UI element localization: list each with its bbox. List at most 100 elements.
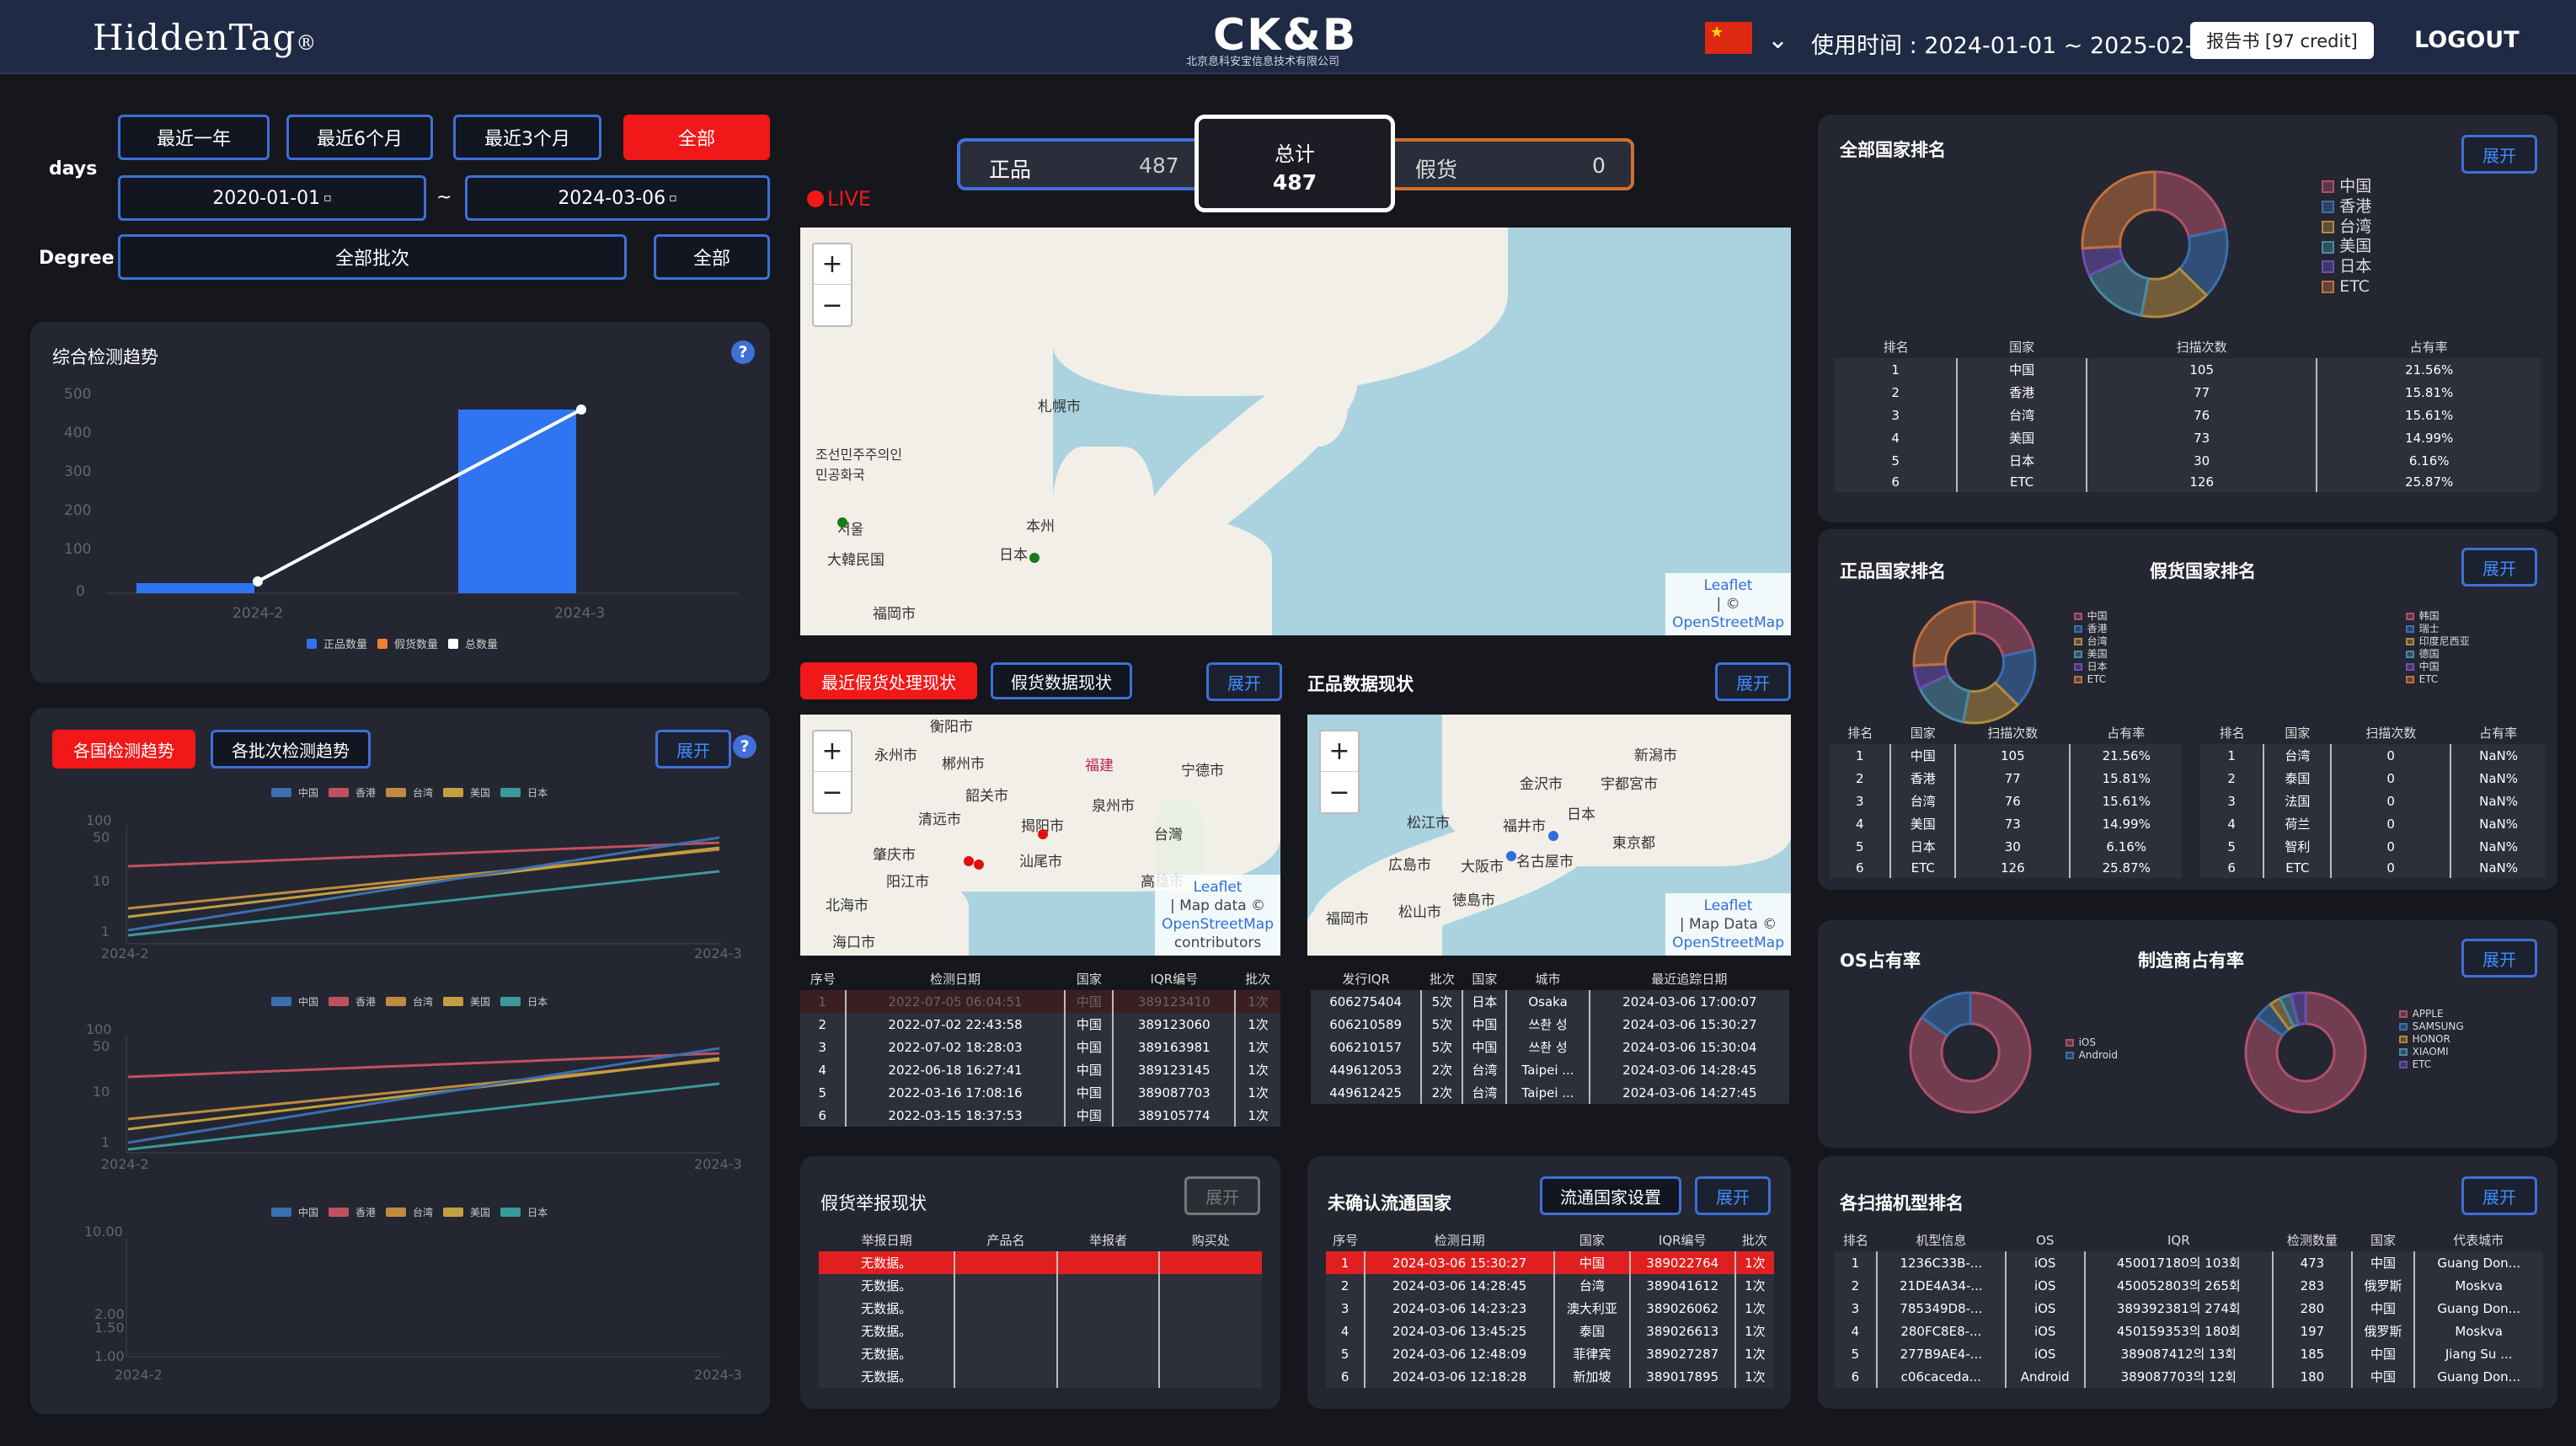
table-row[interactable]: 4 荷兰 0 NaN% — [2200, 812, 2546, 835]
donut-slice[interactable] — [2081, 170, 2156, 250]
donut-slice[interactable] — [1973, 600, 2036, 658]
legend-item[interactable]: 台湾 — [2322, 217, 2371, 238]
zoom-out-button[interactable]: − — [1321, 772, 1358, 812]
tab-fake-data-status[interactable]: 假货数据现状 — [991, 662, 1132, 699]
legend-item[interactable]: 香港 — [2322, 197, 2371, 217]
table-row[interactable]: 5 2024-03-06 12:48:09 菲律宾 389027287 1次 — [1326, 1342, 1774, 1365]
table-row[interactable]: 5 277B9AE4-... iOS 389087412의 13회 185 中国 Jiang… — [1835, 1342, 2542, 1365]
table-row[interactable]: 4 美国 73 14.99% — [1835, 426, 2541, 449]
legend-item[interactable]: 美国 — [2322, 237, 2371, 257]
legend-item[interactable]: ETC — [2406, 673, 2470, 686]
map-zoom-control[interactable]: + − — [812, 243, 852, 327]
table-row[interactable]: 1 2024-03-06 15:30:27 中国 389022764 1次 — [1326, 1251, 1774, 1274]
table-row[interactable]: 6 ETC 0 NaN% — [2200, 858, 2546, 878]
legend-item[interactable]: 韩国 — [2406, 610, 2470, 623]
scan-marker[interactable] — [837, 517, 847, 528]
donut-slice[interactable] — [2153, 170, 2227, 238]
table-row[interactable]: 606210157 5次 中国 쓰촨 성 2024-03-06 15:30:04 — [1311, 1036, 1789, 1058]
zoom-out-button[interactable]: − — [814, 285, 851, 325]
batch-all-button[interactable]: 全部 — [654, 234, 770, 280]
map-zoom-control[interactable]: + − — [1319, 730, 1360, 814]
table-row[interactable]: 3 785349D8-... iOS 389392381의 274회 280 中国 Guan… — [1835, 1297, 2542, 1320]
zoom-out-button[interactable]: − — [814, 772, 851, 812]
table-row[interactable]: 4 美国 73 14.99% — [1830, 812, 2182, 835]
range-1year-button[interactable]: 最近一年 — [118, 115, 270, 160]
table-row[interactable]: 无数据。 — [819, 1251, 1262, 1274]
country-setting-button[interactable]: 流通国家设置 — [1540, 1176, 1681, 1215]
legend-item[interactable]: Android — [2066, 1049, 2118, 1062]
table-row[interactable]: 2 香港 77 15.81% — [1830, 767, 2182, 790]
fake-marker[interactable] — [974, 860, 984, 870]
genuine-marker[interactable] — [1548, 831, 1558, 841]
table-row[interactable]: 无数据。 — [819, 1274, 1262, 1297]
table-row[interactable]: 1 中国 105 21.56% — [1830, 744, 2182, 767]
legend-item[interactable]: HONOR — [2399, 1033, 2464, 1046]
total-count-box[interactable]: 总计 487 — [1194, 115, 1395, 212]
genuine-status-map[interactable]: + − 新潟市 金沢市 宇都宮市 日本 松江市 福井市 東京都 広島市 大阪市 名… — [1307, 715, 1791, 956]
table-row[interactable]: 3 台湾 76 15.61% — [1835, 404, 2541, 426]
legend-item[interactable]: 香港 — [2074, 623, 2108, 635]
table-row[interactable]: 3 法国 0 NaN% — [2200, 790, 2546, 812]
map-zoom-control[interactable]: + − — [812, 730, 852, 814]
chevron-down-icon[interactable]: ⌄ — [1767, 25, 1788, 55]
batch-select[interactable]: 全部批次 — [118, 234, 627, 280]
legend-item[interactable]: ETC — [2074, 673, 2108, 686]
table-row[interactable]: 无数据。 — [819, 1320, 1262, 1342]
table-row[interactable]: 2 2022-07-02 22:43:58 中国 389123060 1次 — [800, 1013, 1280, 1036]
legend-item[interactable]: 中国 — [2322, 177, 2371, 197]
legend-item[interactable]: ETC — [2322, 277, 2371, 297]
fake-count-box[interactable]: 假货 0 — [1365, 138, 1634, 190]
table-row[interactable]: 5 日本 30 6.16% — [1830, 835, 2182, 858]
zoom-in-button[interactable]: + — [814, 244, 851, 285]
china-flag-icon[interactable]: ★ — [1705, 22, 1752, 54]
date-to-input[interactable]: 2024-03-06 ▫ — [465, 175, 770, 221]
genuine-marker[interactable] — [1506, 851, 1516, 861]
table-row[interactable]: 3 2022-07-02 18:28:03 中国 389163981 1次 — [800, 1036, 1280, 1058]
range-all-button[interactable]: 全部 — [623, 115, 770, 160]
main-map[interactable]: + − 札幌市 本州 日本 서울 大韓民国 조선민주주의인민공화국 福岡市 Lea… — [800, 228, 1791, 635]
help-icon[interactable]: ? — [733, 735, 756, 758]
table-row[interactable]: 1 2022-07-05 06:04:51 中国 389123410 1次 — [800, 990, 1280, 1013]
table-row[interactable]: 5 日本 30 6.16% — [1835, 449, 2541, 472]
table-row[interactable]: 6 2024-03-06 12:18:28 新加坡 389017895 1次 — [1326, 1365, 1774, 1388]
legend-item[interactable]: 印度尼西亚 — [2406, 635, 2470, 648]
range-3month-button[interactable]: 最近3个月 — [453, 115, 601, 160]
range-6month-button[interactable]: 最近6个月 — [286, 115, 433, 160]
table-row[interactable]: 4 2024-03-06 13:45:25 泰国 389026613 1次 — [1326, 1320, 1774, 1342]
table-row[interactable]: 2 21DE4A34-... iOS 450052803의 265회 283 俄罗斯 Mos… — [1835, 1274, 2542, 1297]
date-from-input[interactable]: 2020-01-01 ▫ — [118, 175, 426, 221]
table-row[interactable]: 2 2024-03-06 14:28:45 台湾 389041612 1次 — [1326, 1274, 1774, 1297]
table-row[interactable]: 无数据。 — [819, 1342, 1262, 1365]
legend-item[interactable]: 德国 — [2406, 648, 2470, 661]
table-row[interactable]: 606275404 5次 日本 Osaka 2024-03-06 17:00:07 — [1311, 990, 1789, 1013]
expand-button[interactable]: 展开 — [1184, 1176, 1260, 1215]
table-row[interactable]: 5 2022-03-16 17:08:16 中国 389087703 1次 — [800, 1081, 1280, 1104]
tab-batch-trend[interactable]: 各批次检测趋势 — [211, 730, 371, 769]
legend-item[interactable]: ETC — [2399, 1058, 2464, 1071]
table-row[interactable]: 449612053 2次 台湾 Taipei ... 2024-03-06 14:28:… — [1311, 1058, 1789, 1081]
expand-button[interactable]: 展开 — [1206, 662, 1282, 701]
table-row[interactable]: 3 2024-03-06 14:23:23 澳大利亚 389026062 1次 — [1326, 1297, 1774, 1320]
donut-slice[interactable] — [1912, 600, 1976, 667]
expand-button[interactable]: 展开 — [1695, 1176, 1771, 1215]
table-row[interactable]: 1 1236C33B-... iOS 450017180의 103회 473 中国 Guan… — [1835, 1251, 2542, 1274]
hiddentag-logo[interactable]: HiddenTag® — [93, 17, 317, 58]
fake-marker[interactable] — [1038, 829, 1048, 839]
table-row[interactable]: 3 台湾 76 15.61% — [1830, 790, 2182, 812]
tab-recent-fake-status[interactable]: 最近假货处理现状 — [800, 662, 977, 699]
legend-item[interactable]: 日本 — [2074, 661, 2108, 673]
legend-item[interactable]: APPLE — [2399, 1008, 2464, 1020]
expand-button[interactable]: 展开 — [1715, 662, 1791, 701]
expand-button[interactable]: 展开 — [2461, 548, 2537, 586]
expand-button[interactable]: 展开 — [655, 730, 731, 769]
legend-item[interactable]: 日本 — [2322, 257, 2371, 277]
expand-button[interactable]: 展开 — [2461, 1176, 2537, 1215]
tab-country-trend[interactable]: 各国检测趋势 — [52, 730, 195, 769]
scan-marker[interactable] — [1029, 553, 1039, 563]
table-row[interactable]: 6 ETC 126 25.87% — [1835, 472, 2541, 492]
table-row[interactable]: 606210589 5次 中国 쓰촨 성 2024-03-06 15:30:27 — [1311, 1013, 1789, 1036]
genuine-count-box[interactable]: 正品 487 — [957, 138, 1210, 190]
legend-item[interactable]: iOS — [2066, 1036, 2118, 1049]
fake-marker[interactable] — [964, 856, 974, 866]
legend-item[interactable]: XIAOMI — [2399, 1046, 2464, 1058]
